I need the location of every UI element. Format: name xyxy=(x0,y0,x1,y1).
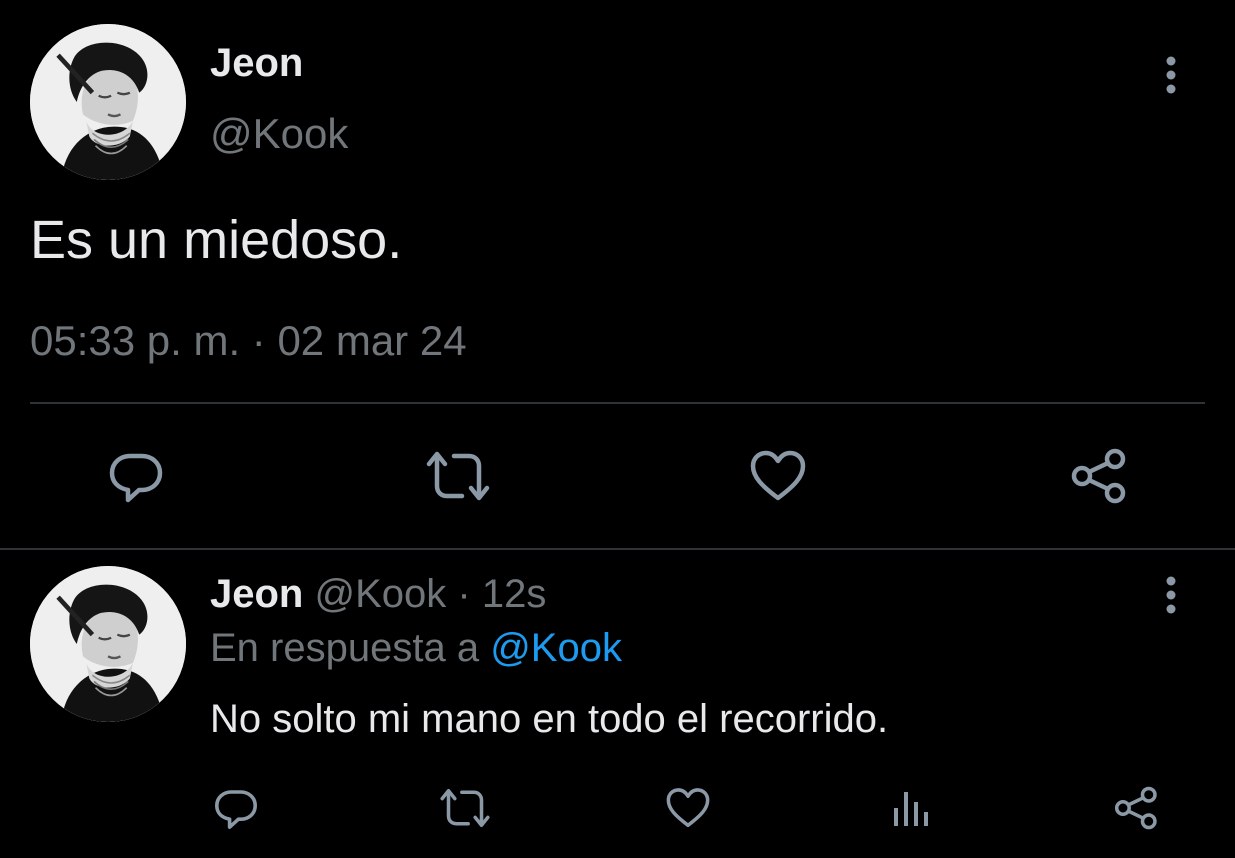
reply-bubble-icon[interactable] xyxy=(212,784,260,832)
reply-bubble-icon[interactable] xyxy=(106,446,166,506)
analytics-bars-icon[interactable] xyxy=(890,788,932,828)
share-nodes-icon[interactable] xyxy=(1068,446,1132,506)
heart-icon[interactable] xyxy=(664,786,712,830)
reply-context-mention[interactable]: @Kook xyxy=(490,626,622,670)
reply-tweet-separator: · xyxy=(457,572,471,616)
reply-tweet-header: Jeon @Kook · 12s xyxy=(210,570,546,618)
main-tweet-divider xyxy=(30,402,1205,404)
main-tweet-timestamp[interactable]: 05:33 p. m. · 02 mar 24 xyxy=(30,316,467,366)
avatar-portrait-image xyxy=(30,566,186,722)
main-tweet-avatar[interactable] xyxy=(30,24,186,180)
main-tweet-display-name[interactable]: Jeon xyxy=(210,40,303,86)
main-tweet-handle[interactable]: @Kook xyxy=(210,110,348,158)
main-tweet-text: Es un miedoso. xyxy=(30,210,403,270)
more-vertical-icon[interactable] xyxy=(1160,54,1182,96)
reply-tweet-text: No solto mi mano en todo el recorrido. xyxy=(210,697,889,741)
retweet-icon[interactable] xyxy=(438,786,492,830)
reply-tweet-handle[interactable]: @Kook xyxy=(314,572,446,616)
reply-tweet-avatar[interactable] xyxy=(30,566,186,722)
reply-tweet-display-name[interactable]: Jeon xyxy=(210,572,303,616)
reply-tweet-time[interactable]: 12s xyxy=(482,572,547,616)
tweet-separator xyxy=(0,548,1235,550)
more-vertical-icon[interactable] xyxy=(1160,574,1182,616)
share-nodes-icon[interactable] xyxy=(1112,784,1162,832)
retweet-icon[interactable] xyxy=(424,448,492,504)
avatar-portrait-image xyxy=(30,24,186,180)
heart-icon[interactable] xyxy=(748,448,808,504)
reply-context-prefix: En respuesta a xyxy=(210,626,480,670)
reply-context: En respuesta a @Kook xyxy=(210,624,622,672)
